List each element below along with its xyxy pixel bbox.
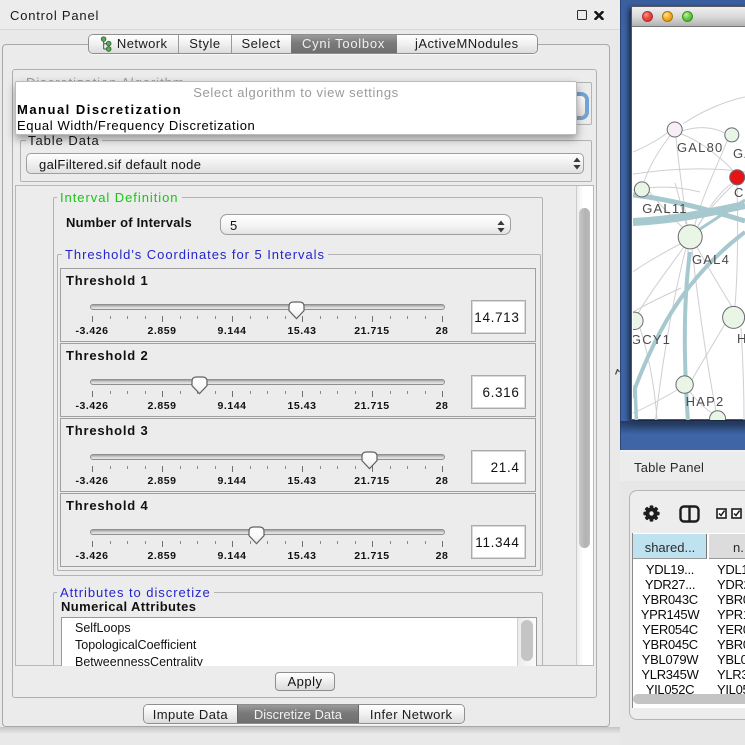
svg-text:GAL4: GAL4 — [692, 252, 730, 267]
svg-text:GA: GA — [733, 146, 745, 161]
svg-text:GAL11: GAL11 — [642, 201, 688, 216]
svg-text:C: C — [734, 185, 745, 200]
svg-text:GCY1: GCY1 — [633, 332, 671, 347]
svg-text:HAP2: HAP2 — [686, 394, 725, 409]
svg-text:HA: HA — [737, 331, 745, 346]
svg-text:GAL80: GAL80 — [677, 140, 723, 155]
